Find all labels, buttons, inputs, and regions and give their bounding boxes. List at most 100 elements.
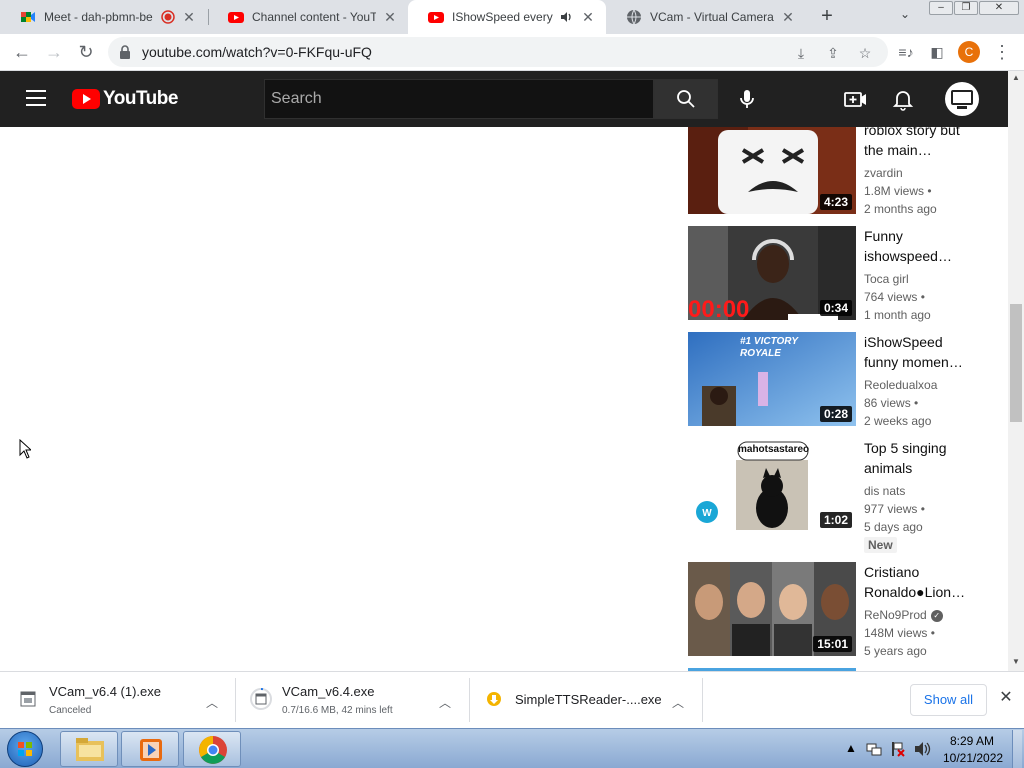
- video-title[interactable]: ishowspeed…: [864, 246, 996, 266]
- url-text[interactable]: youtube.com/watch?v=0-FKFqu-uFQ: [142, 37, 372, 67]
- volume-speaker-icon[interactable]: [914, 741, 932, 757]
- taskbar-chrome[interactable]: [183, 731, 241, 767]
- video-thumbnail[interactable]: 4:23: [688, 127, 856, 214]
- recommended-video-2[interactable]: 00:00 0:34 Funny ishowspeed… Toca girl 7…: [688, 226, 998, 322]
- chevron-up-icon[interactable]: ︿: [439, 694, 453, 710]
- taskbar-file-explorer[interactable]: [60, 731, 118, 767]
- menu-kebab-icon[interactable]: ⋮: [990, 40, 1014, 64]
- tab-search-chevron-icon[interactable]: ⌄: [895, 7, 915, 27]
- video-title[interactable]: Cristiano: [864, 562, 996, 582]
- scroll-up-arrow-icon[interactable]: ▲: [1010, 73, 1022, 83]
- folder-icon: [76, 738, 104, 761]
- microphone-icon[interactable]: [734, 86, 760, 112]
- google-meet-icon: [21, 12, 35, 22]
- install-app-icon[interactable]: ⤓: [792, 44, 810, 62]
- channel-name-text[interactable]: ReNo9Prod: [864, 608, 927, 622]
- youtube-icon: [228, 12, 244, 23]
- tab-strip: Meet - dah-pbmn-be ✕ Channel content - Y…: [0, 0, 1024, 34]
- youtube-logo[interactable]: YouTube: [72, 88, 178, 109]
- audio-playing-icon[interactable]: [560, 10, 574, 24]
- video-title[interactable]: Funny: [864, 226, 996, 246]
- download-item-2[interactable]: VCam_v6.4.exe 0.7/16.6 MB, 42 mins left …: [236, 678, 470, 722]
- account-avatar[interactable]: [945, 82, 979, 116]
- action-center-flag-icon[interactable]: [890, 741, 906, 757]
- minimize-window-button[interactable]: –: [929, 1, 953, 15]
- tab-ishowspeed[interactable]: IShowSpeed every m ✕: [408, 0, 606, 34]
- side-panel-icon[interactable]: ◧: [925, 40, 949, 64]
- clock-date[interactable]: 10/21/2022: [943, 751, 1003, 765]
- network-icon[interactable]: [866, 741, 882, 757]
- new-tab-button[interactable]: +: [815, 5, 839, 29]
- channel-name[interactable]: Reoledualxoa: [864, 376, 996, 394]
- close-tab-icon[interactable]: ✕: [780, 9, 796, 26]
- taskbar-media-player[interactable]: [121, 731, 179, 767]
- address-bar[interactable]: youtube.com/watch?v=0-FKFqu-uFQ ⤓ ⇪ ☆: [108, 37, 888, 67]
- restore-window-button[interactable]: ❐: [954, 1, 978, 15]
- search-button[interactable]: [654, 79, 718, 119]
- show-hidden-icons-arrow[interactable]: ▲: [845, 741, 857, 768]
- video-title[interactable]: iShowSpeed: [864, 332, 996, 352]
- recommended-video-1[interactable]: 4:23 roblox story but the main… zvardin …: [688, 127, 998, 216]
- video-info[interactable]: iShowSpeed funny momen… Reoledualxoa 86 …: [864, 332, 996, 430]
- video-title[interactable]: animals: [864, 458, 996, 478]
- video-info[interactable]: roblox story but the main… zvardin 1.8M …: [864, 127, 996, 218]
- close-tab-icon[interactable]: ✕: [382, 9, 398, 26]
- page-scrollbar-thumb[interactable]: [1010, 304, 1022, 422]
- show-desktop-button[interactable]: [1012, 730, 1022, 768]
- channel-name[interactable]: dis nats: [864, 482, 996, 500]
- video-thumbnail[interactable]: W mahotsastareo 1:02: [688, 438, 856, 532]
- video-title[interactable]: funny momen…: [864, 352, 996, 372]
- video-title[interactable]: roblox story but: [864, 127, 996, 140]
- close-tab-icon[interactable]: ✕: [580, 9, 596, 26]
- video-duration: 15:01: [813, 636, 852, 652]
- chrome-icon: [199, 736, 227, 764]
- tab-meet[interactable]: Meet - dah-pbmn-be ✕: [0, 0, 207, 34]
- browser-toolbar: ← → ↻ youtube.com/watch?v=0-FKFqu-uFQ ⤓ …: [0, 34, 1024, 71]
- scroll-down-arrow-icon[interactable]: ▼: [1010, 657, 1022, 667]
- download-item-3[interactable]: SimpleTTSReader-....exe ︿: [470, 678, 703, 722]
- clock-time[interactable]: 8:29 AM: [950, 734, 994, 748]
- forward-arrow-icon[interactable]: →: [42, 40, 66, 64]
- video-info[interactable]: Top 5 singing animals dis nats 977 views…: [864, 438, 996, 554]
- tab-channel-content[interactable]: Channel content - YouTube ✕: [208, 0, 408, 34]
- channel-name[interactable]: Toca girl: [864, 270, 996, 288]
- hamburger-menu-icon[interactable]: [26, 90, 46, 106]
- channel-name[interactable]: ReNo9Prod ✓: [864, 606, 996, 624]
- video-info[interactable]: Funny ishowspeed… Toca girl 764 views • …: [864, 226, 996, 324]
- create-video-icon[interactable]: [842, 86, 868, 112]
- video-thumbnail[interactable]: #1 VICTORY ROYALE 0:28: [688, 332, 856, 426]
- globe-icon: [627, 9, 641, 25]
- notifications-bell-icon[interactable]: [890, 86, 916, 112]
- video-thumbnail[interactable]: 00:00 0:34: [688, 226, 856, 320]
- video-thumbnail[interactable]: 15:01: [688, 562, 856, 656]
- video-info[interactable]: Cristiano Ronaldo●Lion… ReNo9Prod ✓ 148M …: [864, 562, 996, 660]
- tab-vcam[interactable]: VCam - Virtual Camera | E ✕: [606, 0, 806, 34]
- chevron-up-icon[interactable]: ︿: [672, 694, 686, 710]
- start-button[interactable]: [7, 731, 43, 767]
- back-arrow-icon[interactable]: ←: [10, 40, 34, 64]
- media-controls-icon[interactable]: ≡♪: [894, 40, 918, 64]
- search-input[interactable]: Search: [264, 79, 654, 119]
- download-status: Canceled: [49, 705, 92, 716]
- show-all-downloads-button[interactable]: Show all: [910, 684, 987, 716]
- video-title[interactable]: Ronaldo●Lion…: [864, 582, 996, 602]
- close-tab-icon[interactable]: ✕: [181, 9, 197, 26]
- recording-icon: [161, 10, 175, 24]
- close-download-shelf-icon[interactable]: ✕: [998, 690, 1014, 706]
- download-filename: VCam_v6.4.exe: [282, 684, 375, 699]
- video-title[interactable]: Top 5 singing: [864, 438, 996, 458]
- recommended-video-3[interactable]: #1 VICTORY ROYALE 0:28 iShowSpeed funny …: [688, 332, 998, 428]
- bookmark-star-icon[interactable]: ☆: [856, 44, 874, 62]
- recommended-video-4[interactable]: W mahotsastareo 1:02 Top 5 singing anima…: [688, 438, 998, 558]
- lock-icon[interactable]: [118, 44, 132, 60]
- channel-name[interactable]: zvardin: [864, 164, 996, 182]
- close-window-button[interactable]: ✕: [979, 1, 1019, 15]
- share-icon[interactable]: ⇪: [824, 44, 842, 62]
- recommended-video-5[interactable]: 15:01 Cristiano Ronaldo●Lion… ReNo9Prod ✓…: [688, 562, 998, 658]
- profile-avatar[interactable]: C: [958, 41, 980, 63]
- download-item-1[interactable]: VCam_v6.4 (1).exe Canceled ︿: [0, 678, 236, 722]
- chevron-up-icon[interactable]: ︿: [206, 694, 220, 710]
- video-title[interactable]: the main…: [864, 140, 996, 160]
- reload-icon[interactable]: ↻: [74, 40, 98, 64]
- thumbnail-overlay-text: 00:00: [688, 296, 750, 320]
